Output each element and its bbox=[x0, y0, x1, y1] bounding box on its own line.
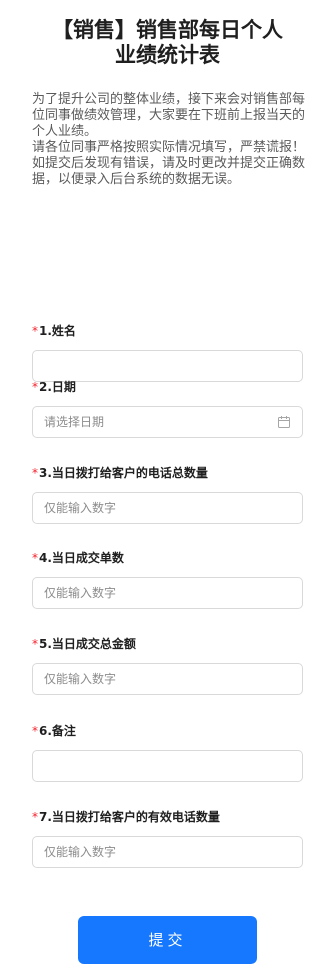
required-mark: * bbox=[32, 724, 38, 738]
field-valid-calls: *7.当日拨打给客户的有效电话数量 bbox=[32, 808, 303, 868]
required-mark: * bbox=[32, 551, 38, 565]
deals-count-input[interactable] bbox=[44, 586, 291, 600]
required-mark: * bbox=[32, 324, 38, 338]
field-label: 3.当日拨打给客户的电话总数量 bbox=[39, 466, 208, 480]
deals-count-input-box[interactable] bbox=[32, 577, 303, 609]
date-picker[interactable] bbox=[32, 406, 303, 438]
field-name: *1.姓名 bbox=[32, 322, 303, 382]
remarks-input[interactable] bbox=[44, 759, 291, 773]
deals-amount-input-box[interactable] bbox=[32, 663, 303, 695]
form-description: 为了提升公司的整体业绩，接下来会对销售部每位同事做绩效管理，大家要在下班前上报当… bbox=[32, 92, 306, 187]
deals-amount-input[interactable] bbox=[44, 672, 291, 686]
required-mark: * bbox=[32, 810, 38, 824]
submit-button[interactable]: 提交 bbox=[78, 916, 257, 964]
field-label: 2.日期 bbox=[39, 380, 76, 394]
field-label: 4.当日成交单数 bbox=[39, 551, 124, 565]
valid-calls-input-box[interactable] bbox=[32, 836, 303, 868]
remarks-input-box[interactable] bbox=[32, 750, 303, 782]
field-label: 6.备注 bbox=[39, 724, 76, 738]
total-calls-input[interactable] bbox=[44, 501, 291, 515]
name-input[interactable] bbox=[44, 359, 291, 373]
date-input[interactable] bbox=[44, 415, 291, 429]
form-page: 【销售】销售部每日个人 业绩统计表 为了提升公司的整体业绩，接下来会对销售部每位… bbox=[0, 0, 335, 980]
field-label: 7.当日拨打给客户的有效电话数量 bbox=[39, 810, 220, 824]
field-deals-count: *4.当日成交单数 bbox=[32, 549, 303, 609]
field-deals-amount: *5.当日成交总金额 bbox=[32, 635, 303, 695]
form-title: 【销售】销售部每日个人 业绩统计表 bbox=[52, 18, 283, 67]
total-calls-input-box[interactable] bbox=[32, 492, 303, 524]
field-label: 5.当日成交总金额 bbox=[39, 637, 136, 651]
field-remarks: *6.备注 bbox=[32, 722, 303, 782]
required-mark: * bbox=[32, 380, 38, 394]
required-mark: * bbox=[32, 637, 38, 651]
field-total-calls: *3.当日拨打给客户的电话总数量 bbox=[32, 464, 303, 524]
required-mark: * bbox=[32, 466, 38, 480]
calendar-icon bbox=[278, 416, 290, 428]
field-date: *2.日期 bbox=[32, 378, 303, 438]
field-label: 1.姓名 bbox=[39, 324, 76, 338]
valid-calls-input[interactable] bbox=[44, 845, 291, 859]
